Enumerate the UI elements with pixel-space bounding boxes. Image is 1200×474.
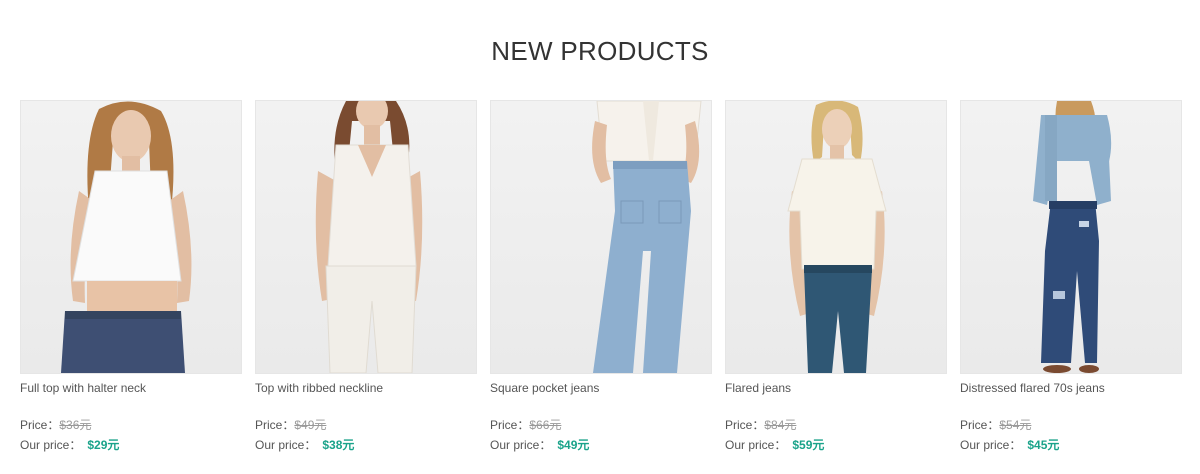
our-price-label: Our price： [255,438,317,452]
our-price-label: Our price： [490,438,552,452]
product-card[interactable]: Distressed flared 70s jeans Price：$54元 O… [960,100,1182,453]
our-price-label: Our price： [725,438,787,452]
wide-leg-jeans-icon [592,101,702,373]
our-price: $59元 [792,438,825,452]
old-price: $36元 [59,418,92,432]
regular-price-row: Price：$66元 [490,417,712,433]
our-price-row: Our price： $45元 [960,437,1182,453]
regular-price-row: Price：$84元 [725,417,947,433]
product-name[interactable]: Flared jeans [725,381,947,395]
price-label: Price： [490,418,530,432]
our-price: $29元 [87,438,120,452]
old-price: $84元 [764,418,797,432]
our-price-row: Our price： $49元 [490,437,712,453]
product-image[interactable] [490,100,712,374]
our-price: $45元 [1027,438,1060,452]
product-name[interactable]: Square pocket jeans [490,381,712,395]
product-image[interactable] [255,100,477,374]
our-price-label: Our price： [960,438,1022,452]
product-image[interactable] [960,100,1182,374]
product-image[interactable] [20,100,242,374]
price-label: Price： [960,418,1000,432]
product-name[interactable]: Distressed flared 70s jeans [960,381,1182,395]
our-price-label: Our price： [20,438,82,452]
section-title: NEW PRODUCTS [491,36,709,66]
price-label: Price： [255,418,295,432]
woman-denim-shirt-jeans-icon [1033,101,1112,373]
our-price: $38元 [322,438,355,452]
regular-price-row: Price：$54元 [960,417,1182,433]
regular-price-row: Price：$49元 [255,417,477,433]
price-label: Price： [20,418,60,432]
our-price-row: Our price： $59元 [725,437,947,453]
our-price-row: Our price： $29元 [20,437,242,453]
product-card[interactable]: Square pocket jeans Price：$66元 Our price… [490,100,712,453]
product-name[interactable]: Top with ribbed neckline [255,381,477,395]
woman-flared-jeans-icon [787,101,887,373]
product-card[interactable]: Full top with halter neck Price：$36元 Our… [20,100,242,453]
our-price: $49元 [557,438,590,452]
regular-price-row: Price：$36元 [20,417,242,433]
old-price: $49元 [294,418,327,432]
our-price-row: Our price： $38元 [255,437,477,453]
product-image[interactable] [725,100,947,374]
woman-white-crop-top-icon [61,101,192,373]
product-card[interactable]: Top with ribbed neckline Price：$49元 Our … [255,100,477,453]
old-price: $66元 [529,418,562,432]
product-name[interactable]: Full top with halter neck [20,381,242,395]
price-label: Price： [725,418,765,432]
product-card[interactable]: Flared jeans Price：$84元 Our price： $59元 [725,100,947,453]
old-price: $54元 [999,418,1032,432]
woman-white-vneck-top-icon [315,101,423,373]
